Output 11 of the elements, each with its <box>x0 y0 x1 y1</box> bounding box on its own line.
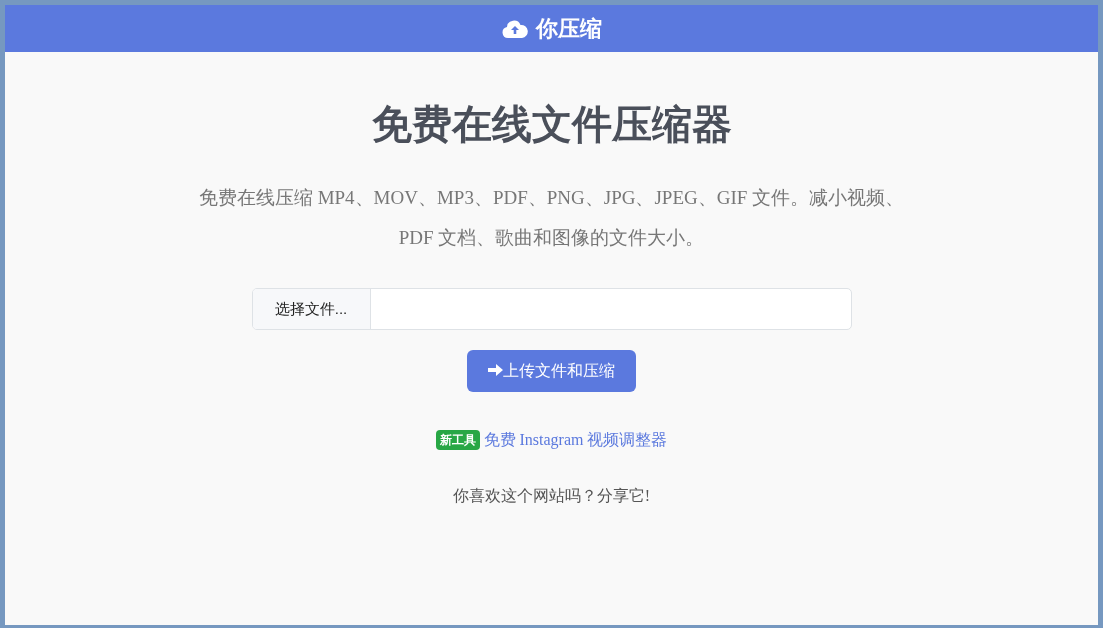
tool-link[interactable]: 免费 Instagram 视频调整器 <box>483 428 668 452</box>
cloud-upload-icon <box>501 18 528 39</box>
file-input[interactable]: 选择文件... <box>251 288 852 330</box>
page-heading: 免费在线文件压缩器 <box>370 101 733 148</box>
arrow-right-icon <box>488 363 503 377</box>
site-title[interactable]: 你压缩 <box>535 12 602 45</box>
upload-compress-button[interactable]: 上传文件和压缩 <box>467 350 636 392</box>
description-text: 免费在线压缩 MP4、MOV、MP3、PDF、PNG、JPG、JPEG、GIF 文件。减小视频、PDF 文档、歌曲和图像的文件大小。 <box>197 186 906 250</box>
new-badge: 新工具 <box>435 430 480 450</box>
choose-file-button[interactable]: 选择文件... <box>252 289 371 329</box>
share-prompt: 你喜欢这个网站吗？分享它! <box>451 486 652 506</box>
